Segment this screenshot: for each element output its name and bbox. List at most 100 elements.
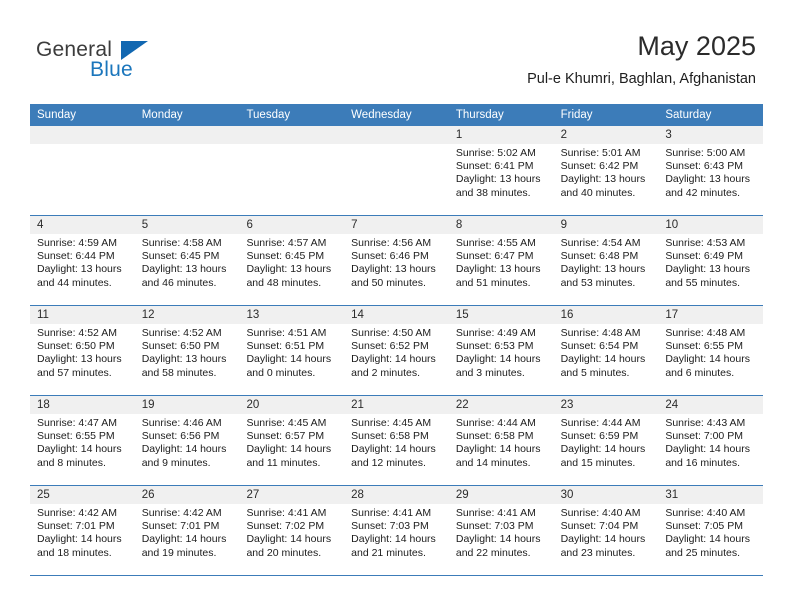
sunrise-text: Sunrise: 4:54 AM — [560, 237, 641, 249]
day-cell[interactable]: 21 Sunrise: 4:45 AM Sunset: 6:58 PM Dayligh… — [344, 396, 449, 485]
sunrise-text: Sunrise: 4:51 AM — [246, 327, 327, 339]
day-info: Sunrise: 4:57 AM Sunset: 6:45 PM Daylight:… — [239, 234, 344, 290]
sunset-text: Sunset: 6:58 PM — [455, 430, 534, 443]
day-cell[interactable]: 27 Sunrise: 4:41 AM Sunset: 7:02 PM Dayligh… — [239, 486, 345, 575]
day-cell[interactable]: 15 Sunrise: 4:49 AM Sunset: 6:53 PM Dayligh… — [448, 306, 554, 395]
day-number: 5 — [134, 216, 240, 234]
daylight-text: Daylight: 14 hours and 0 minutes. — [246, 353, 332, 379]
day-info: Sunrise: 5:01 AM Sunset: 6:42 PM Daylight:… — [554, 144, 659, 200]
weekday-header-wednesday: Wednesday — [351, 109, 412, 121]
sunrise-text: Sunrise: 4:46 AM — [141, 417, 222, 429]
day-info: Sunrise: 4:40 AM Sunset: 7:04 PM Daylight:… — [554, 504, 659, 560]
day-cell[interactable]: 8 Sunrise: 4:55 AM Sunset: 6:47 PM Daylight… — [448, 216, 554, 305]
sunset-text: Sunset: 6:43 PM — [665, 160, 743, 173]
day-cell[interactable]: 1 Sunrise: 5:02 AM Sunset: 6:41 PM Daylight… — [448, 126, 554, 215]
day-number: 24 — [658, 396, 764, 414]
masthead: General Blue May 2025 Pul-e Khumri, Bagh… — [0, 0, 792, 102]
day-number: 15 — [448, 306, 554, 324]
daylight-text: Daylight: 13 hours and 38 minutes. — [455, 173, 541, 199]
day-info: Sunrise: 4:53 AM Sunset: 6:49 PM Daylight:… — [658, 234, 763, 290]
sunset-text: Sunset: 7:03 PM — [351, 520, 429, 533]
sunrise-text: Sunrise: 4:52 AM — [141, 327, 222, 339]
weekday-header-saturday: Saturday — [665, 109, 712, 121]
day-number — [239, 126, 345, 144]
day-cell[interactable]: 31 Sunrise: 4:40 AM Sunset: 7:05 PM Dayligh… — [658, 486, 764, 575]
sunset-text: Sunset: 6:49 PM — [665, 250, 743, 263]
weekday-header-tuesday: Tuesday — [246, 109, 291, 121]
calendar-week-row: 11 Sunrise: 4:52 AM Sunset: 6:50 PM Dayligh… — [30, 306, 764, 396]
day-cell[interactable]: 16 Sunrise: 4:48 AM Sunset: 6:54 PM Dayligh… — [553, 306, 659, 395]
day-number: 10 — [658, 216, 764, 234]
day-cell[interactable]: 13 Sunrise: 4:51 AM Sunset: 6:51 PM Dayligh… — [239, 306, 345, 395]
day-cell[interactable]: 2 Sunrise: 5:01 AM Sunset: 6:42 PM Daylight… — [553, 126, 659, 215]
weekday-header-monday: Monday — [141, 109, 183, 121]
day-info: Sunrise: 4:51 AM Sunset: 6:51 PM Daylight:… — [239, 324, 344, 380]
general-blue-logo[interactable]: General Blue — [36, 38, 216, 86]
calendar-week-row: 4 Sunrise: 4:59 AM Sunset: 6:44 PM Daylight… — [30, 216, 764, 306]
daylight-text: Daylight: 14 hours and 22 minutes. — [455, 533, 541, 559]
sunrise-text: Sunrise: 4:53 AM — [665, 237, 746, 249]
day-cell[interactable]: 10 Sunrise: 4:53 AM Sunset: 6:49 PM Dayligh… — [658, 216, 764, 305]
day-cell[interactable]: 4 Sunrise: 4:59 AM Sunset: 6:44 PM Daylight… — [30, 216, 135, 305]
day-info: Sunrise: 4:41 AM Sunset: 7:03 PM Daylight:… — [344, 504, 449, 560]
day-number: 6 — [239, 216, 345, 234]
daylight-text: Daylight: 14 hours and 11 minutes. — [246, 443, 332, 469]
day-cell[interactable]: 11 Sunrise: 4:52 AM Sunset: 6:50 PM Dayligh… — [30, 306, 135, 395]
daylight-text: Daylight: 14 hours and 21 minutes. — [351, 533, 436, 559]
day-number: 13 — [239, 306, 345, 324]
day-cell[interactable]: 28 Sunrise: 4:41 AM Sunset: 7:03 PM Dayligh… — [344, 486, 449, 575]
sunrise-text: Sunrise: 4:41 AM — [351, 507, 432, 519]
day-cell[interactable]: 22 Sunrise: 4:44 AM Sunset: 6:58 PM Dayligh… — [448, 396, 554, 485]
day-cell[interactable]: 20 Sunrise: 4:45 AM Sunset: 6:57 PM Dayligh… — [239, 396, 345, 485]
sunrise-text: Sunrise: 4:57 AM — [246, 237, 327, 249]
sunset-text: Sunset: 7:01 PM — [141, 520, 220, 533]
day-cell[interactable]: 18 Sunrise: 4:47 AM Sunset: 6:55 PM Dayligh… — [30, 396, 135, 485]
day-cell[interactable]: 26 Sunrise: 4:42 AM Sunset: 7:01 PM Dayligh… — [134, 486, 240, 575]
calendar-week-row: 1 Sunrise: 5:02 AM Sunset: 6:41 PM Daylight… — [30, 126, 764, 216]
day-cell[interactable]: 19 Sunrise: 4:46 AM Sunset: 6:56 PM Dayligh… — [134, 396, 240, 485]
weekday-header-friday: Friday — [560, 109, 593, 121]
logo-text-blue: Blue — [90, 58, 133, 81]
day-cell[interactable]: 29 Sunrise: 4:41 AM Sunset: 7:03 PM Dayligh… — [448, 486, 554, 575]
day-number: 7 — [344, 216, 449, 234]
day-info: Sunrise: 4:58 AM Sunset: 6:45 PM Daylight:… — [135, 234, 240, 290]
day-cell[interactable]: 12 Sunrise: 4:52 AM Sunset: 6:50 PM Dayligh… — [134, 306, 240, 395]
day-info: Sunrise: 5:02 AM Sunset: 6:41 PM Daylight:… — [449, 144, 554, 200]
day-info: Sunrise: 4:42 AM Sunset: 7:01 PM Daylight:… — [135, 504, 240, 560]
daylight-text: Daylight: 14 hours and 18 minutes. — [37, 533, 122, 559]
daylight-text: Daylight: 14 hours and 2 minutes. — [351, 353, 436, 379]
day-cell[interactable]: 9 Sunrise: 4:54 AM Sunset: 6:48 PM Daylight… — [553, 216, 659, 305]
sunrise-text: Sunrise: 5:01 AM — [560, 147, 641, 159]
daylight-text: Daylight: 13 hours and 48 minutes. — [246, 263, 332, 289]
day-cell[interactable]: 5 Sunrise: 4:58 AM Sunset: 6:45 PM Daylight… — [134, 216, 240, 305]
day-number: 28 — [344, 486, 449, 504]
day-cell[interactable]: 30 Sunrise: 4:40 AM Sunset: 7:04 PM Dayligh… — [553, 486, 659, 575]
sunrise-text: Sunrise: 4:44 AM — [455, 417, 536, 429]
weekday-header-row: Sunday Monday Tuesday Wednesday Thursday… — [30, 104, 763, 126]
day-info: Sunrise: 4:43 AM Sunset: 7:00 PM Daylight:… — [658, 414, 763, 470]
day-number: 17 — [658, 306, 764, 324]
sunset-text: Sunset: 7:03 PM — [455, 520, 534, 533]
sunset-text: Sunset: 7:01 PM — [37, 520, 115, 533]
day-cell[interactable]: 23 Sunrise: 4:44 AM Sunset: 6:59 PM Dayligh… — [553, 396, 659, 485]
page-title: May 2025 — [637, 31, 756, 61]
day-number: 20 — [239, 396, 345, 414]
sunset-text: Sunset: 6:41 PM — [455, 160, 534, 173]
daylight-text: Daylight: 13 hours and 42 minutes. — [665, 173, 750, 199]
day-info: Sunrise: 4:46 AM Sunset: 6:56 PM Daylight:… — [135, 414, 240, 470]
day-cell[interactable]: 17 Sunrise: 4:48 AM Sunset: 6:55 PM Dayligh… — [658, 306, 764, 395]
sunset-text: Sunset: 7:04 PM — [560, 520, 639, 533]
day-number: 21 — [344, 396, 449, 414]
sunrise-text: Sunrise: 4:45 AM — [246, 417, 327, 429]
day-cell[interactable]: 7 Sunrise: 4:56 AM Sunset: 6:46 PM Daylight… — [344, 216, 449, 305]
day-number: 19 — [134, 396, 240, 414]
day-cell[interactable]: 25 Sunrise: 4:42 AM Sunset: 7:01 PM Dayligh… — [30, 486, 135, 575]
day-number: 8 — [448, 216, 554, 234]
day-cell[interactable]: 24 Sunrise: 4:43 AM Sunset: 7:00 PM Dayligh… — [658, 396, 764, 485]
day-info: Sunrise: 4:47 AM Sunset: 6:55 PM Daylight:… — [30, 414, 135, 470]
day-number — [30, 126, 135, 144]
day-cell[interactable]: 3 Sunrise: 5:00 AM Sunset: 6:43 PM Daylight… — [658, 126, 764, 215]
day-number: 9 — [553, 216, 659, 234]
day-cell[interactable]: 14 Sunrise: 4:50 AM Sunset: 6:52 PM Dayligh… — [344, 306, 449, 395]
day-cell[interactable]: 6 Sunrise: 4:57 AM Sunset: 6:45 PM Daylight… — [239, 216, 345, 305]
